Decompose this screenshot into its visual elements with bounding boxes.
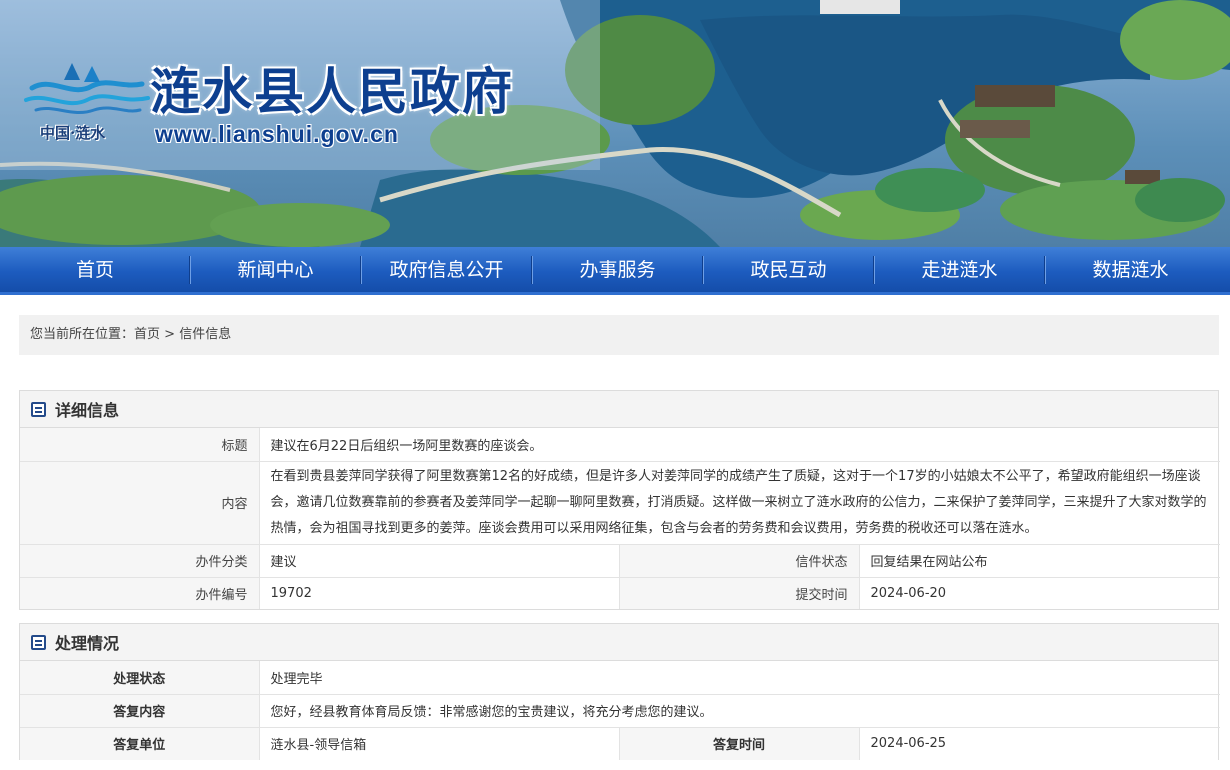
submit-time-value: 2024-06-20 — [859, 576, 1220, 609]
detail-panel: 详细信息 标题 建议在6月22日后组织一场阿里数赛的座谈会。 内容 在看到贵县姜… — [19, 390, 1220, 610]
breadcrumb: 您当前所在位置：首页 > 信件信息 — [19, 315, 1219, 355]
handling-panel-header: 处理情况 — [20, 624, 1218, 661]
list-icon — [31, 634, 46, 650]
nav-item-data[interactable]: 数据涟水 — [1045, 246, 1216, 294]
reply-unit-value: 涟水县-领导信箱 — [259, 726, 620, 760]
table-row: 内容 在看到贵县姜萍同学获得了阿里数赛第12名的好成绩，但是许多人对姜萍同学的成… — [20, 460, 1220, 544]
nav-item-about[interactable]: 走进涟水 — [874, 246, 1045, 294]
category-value: 建议 — [259, 543, 620, 577]
number-value: 19702 — [259, 576, 620, 609]
reply-time-value: 2024-06-25 — [859, 726, 1221, 760]
table-row: 办件编号 19702 提交时间 2024-06-20 — [20, 576, 1220, 609]
table-row: 处理状态 处理完毕 — [20, 661, 1220, 694]
content-value: 在看到贵县姜萍同学获得了阿里数赛第12名的好成绩，但是许多人对姜萍同学的成绩产生… — [259, 460, 1220, 544]
content-label: 内容 — [20, 460, 260, 544]
detail-table: 标题 建议在6月22日后组织一场阿里数赛的座谈会。 内容 在看到贵县姜萍同学获得… — [20, 428, 1220, 609]
reply-unit-label: 答复单位 — [20, 726, 260, 760]
table-row: 标题 建议在6月22日后组织一场阿里数赛的座谈会。 — [20, 428, 1220, 461]
number-label: 办件编号 — [20, 576, 260, 609]
handle-state-value: 处理完毕 — [270, 671, 323, 687]
reply-time-label: 答复时间 — [619, 726, 860, 760]
site-url: www.lianshui.gov.cn — [155, 121, 399, 147]
reply-content-label: 答复内容 — [20, 693, 260, 727]
reply-content-value: 您好，经县教育体育局反馈：非常感谢您的宝贵建议，将充分考虑您的建议。 — [259, 693, 1221, 727]
list-icon — [31, 401, 46, 417]
breadcrumb-prefix: 您当前所在位置： — [30, 327, 135, 342]
breadcrumb-separator: > — [160, 327, 180, 342]
handling-panel: 处理情况 处理状态 处理完毕 答复内容 您好，经县教育体育局反馈：非常感谢您的宝… — [19, 623, 1221, 760]
nav-item-home[interactable]: 首页 — [0, 246, 190, 294]
nav-item-services[interactable]: 办事服务 — [532, 246, 703, 294]
content-text: 在看到贵县姜萍同学获得了阿里数赛第12名的好成绩，但是许多人对姜萍同学的成绩产生… — [270, 468, 1207, 536]
title-value: 建议在6月22日后组织一场阿里数赛的座谈会。 — [270, 438, 543, 454]
status-label: 信件状态 — [619, 543, 860, 577]
site-banner: 中国·涟水 涟水县人民政府 www.lianshui.gov.cn — [0, 0, 1230, 247]
nav-item-interaction[interactable]: 政民互动 — [703, 246, 874, 294]
table-row: 答复内容 您好，经县教育体育局反馈：非常感谢您的宝贵建议，将充分考虑您的建议。 — [20, 693, 1221, 727]
table-row: 答复单位 涟水县-领导信箱 答复时间 2024-06-25 — [20, 726, 1221, 760]
detail-heading: 详细信息 — [55, 401, 120, 420]
site-title: 涟水县人民政府 — [150, 62, 514, 121]
status-value: 回复结果在网站公布 — [859, 543, 1220, 577]
breadcrumb-home-link[interactable]: 首页 — [134, 327, 160, 342]
logo-tagline: 中国·涟水 — [40, 124, 106, 142]
title-label: 标题 — [20, 428, 260, 461]
table-row: 办件分类 建议 信件状态 回复结果在网站公布 — [20, 543, 1220, 577]
handling-table: 处理状态 处理完毕 答复内容 您好，经县教育体育局反馈：非常感谢您的宝贵建议，将… — [20, 661, 1221, 760]
main-nav: 首页 新闻中心 政府信息公开 办事服务 政民互动 走进涟水 数据涟水 — [0, 247, 1230, 295]
submit-time-label: 提交时间 — [619, 576, 860, 609]
handle-state-label: 处理状态 — [20, 661, 260, 694]
nav-item-news[interactable]: 新闻中心 — [190, 246, 361, 294]
handling-heading: 处理情况 — [55, 634, 120, 653]
nav-item-gov-info[interactable]: 政府信息公开 — [361, 246, 532, 294]
detail-panel-header: 详细信息 — [20, 391, 1218, 428]
category-label: 办件分类 — [20, 543, 260, 577]
breadcrumb-current-link[interactable]: 信件信息 — [179, 327, 231, 342]
